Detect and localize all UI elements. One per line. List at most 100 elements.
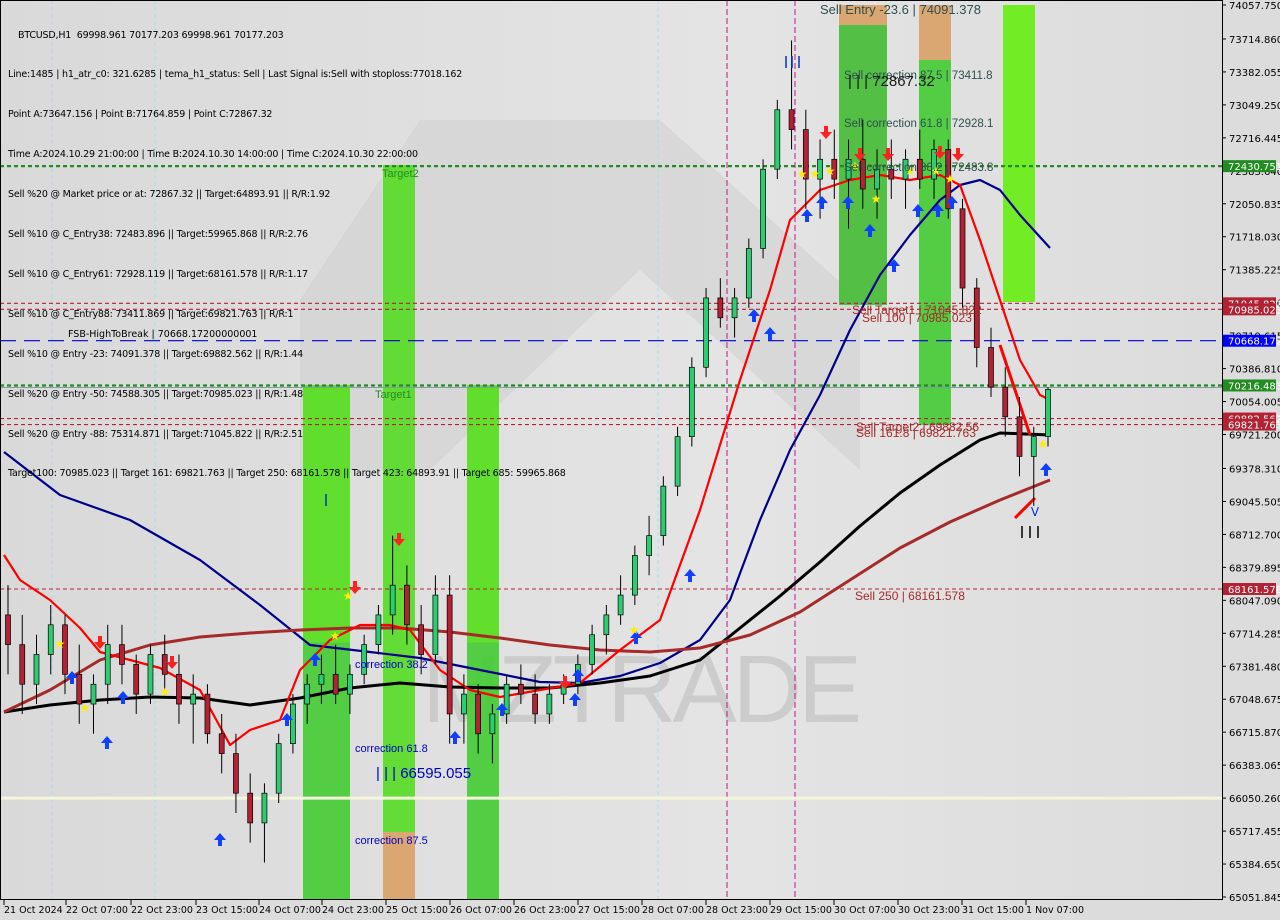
candle-bullish [147, 654, 154, 695]
price-tick-label: 67714.285 [1229, 629, 1280, 640]
ohlc-values: 69998.961 70177.203 69998.961 70177.203 [76, 29, 284, 41]
candle-bullish [774, 109, 781, 170]
candle-bearish [1002, 386, 1009, 418]
candle-bullish [432, 594, 439, 655]
price-tick-label: 67048.675 [1229, 695, 1280, 706]
candle-bullish [489, 713, 496, 735]
info-line: Target100: 70985.023 || Target 161: 6982… [8, 468, 566, 480]
sell-entry-label: Sell Entry -23.6 | 74091.378 [820, 2, 981, 17]
price-tick-label: 73714.860 [1229, 35, 1280, 46]
point-c-label: | | | 72867.32 [848, 73, 935, 90]
candle-bearish [418, 624, 425, 655]
price-tick-label: 72716.445 [1229, 134, 1280, 145]
info-line: Sell %10 @ C_Entry61: 72928.119 || Targe… [8, 268, 308, 280]
time-tick-label: 29 Oct 15:00 [770, 905, 832, 916]
time-tick-label: 27 Oct 15:00 [578, 905, 640, 916]
time-tick-label: 28 Oct 07:00 [642, 905, 704, 916]
price-tick-label: 70054.005 [1229, 398, 1280, 409]
candle-bearish [133, 664, 140, 695]
star-icon: ★ [160, 685, 171, 699]
symbol-name: BTCUSD,H1 [18, 29, 72, 41]
time-tick-label: 1 Nov 07:00 [1026, 905, 1084, 916]
price-tick-label: 71385.225 [1229, 266, 1280, 277]
candle-bearish [988, 347, 994, 388]
price-tag-label: 69821.763 [1228, 421, 1280, 432]
candle-bullish [33, 654, 40, 685]
sell-161-label: Sell 161.8 | 69821.763 [856, 426, 976, 440]
time-tick-label: 30 Oct 07:00 [834, 905, 896, 916]
info-line: Sell %20 @ Entry -88: 75314.871 || Targe… [8, 428, 303, 440]
candle-bullish [47, 624, 54, 655]
price-tick-label: 70386.810 [1229, 365, 1280, 376]
info-panel: BTCUSD,H1 69998.961 70177.203 69998.961 … [8, 2, 566, 507]
info-line: Time A:2024.10.29 21:00:00 | Time B:2024… [8, 149, 418, 161]
candle-bullish [104, 644, 111, 685]
symbol-header: BTCUSD,H1 69998.961 70177.203 69998.961 … [8, 29, 566, 42]
price-tick-label: 68712.700 [1229, 530, 1280, 541]
signal-zone [919, 60, 951, 425]
price-tick-label: 68047.090 [1229, 596, 1280, 607]
price-tick-label: 69721.200 [1229, 431, 1280, 442]
price-tick-label: 65051.845 [1229, 893, 1280, 904]
candle-bearish [204, 693, 211, 735]
info-line: Sell %20 @ Market price or at: 72867.32 … [8, 189, 331, 201]
sell-100-label: Sell 100 | 70985.023 [862, 311, 972, 325]
candle-bullish [603, 614, 610, 636]
candle-bearish [76, 673, 83, 705]
candle-bullish [1045, 389, 1051, 437]
star-icon: ★ [1038, 437, 1049, 451]
time-tick-label: 24 Oct 23:00 [322, 905, 384, 916]
star-icon: ★ [810, 167, 821, 181]
candle-bullish [275, 743, 282, 794]
candle-bullish [617, 594, 624, 616]
candle-bullish [304, 683, 311, 705]
candle-bullish [660, 485, 667, 537]
candle-bullish [631, 555, 638, 596]
wave-label: V [1031, 505, 1040, 519]
price-tick-label: 69045.505 [1229, 497, 1280, 508]
candle-bearish [247, 792, 254, 824]
candle-bullish [731, 297, 738, 319]
time-tick-label: 31 Oct 15:00 [962, 905, 1024, 916]
chart-area[interactable]: MZTRADE ★ ★ ★ ★ ★ ★ ★ ★ ★ ★ ★ ★ ★ ★ ★ V FSB-HighToBreak… [0, 0, 1280, 920]
time-tick-label: 26 Oct 07:00 [450, 905, 512, 916]
point-low-label: | | | 66595.055 [376, 765, 471, 782]
candle-bullish [703, 297, 709, 368]
star-icon: ★ [871, 192, 882, 206]
candle-bearish [1016, 416, 1023, 457]
sell-250-label: Sell 250 | 68161.578 [855, 589, 965, 603]
candle-bearish [788, 109, 795, 130]
candle-bearish [717, 297, 724, 319]
candle-bearish [518, 683, 524, 695]
candle-bullish [646, 535, 652, 556]
candle-bullish [90, 683, 97, 705]
candle-bearish [5, 614, 11, 645]
candle-bullish [347, 673, 353, 695]
price-tick-label: 68379.895 [1229, 563, 1280, 574]
candle-bullish [546, 693, 553, 715]
correction-87-label: correction 87.5 [355, 835, 428, 847]
info-line: Sell %10 @ C_Entry88: 73411.869 || Targe… [8, 308, 294, 320]
candle-bearish [161, 654, 168, 675]
price-tag-label: 70216.483 [1228, 381, 1280, 392]
price-tag-label: 72430.751 [1228, 162, 1280, 173]
candle-bearish [959, 208, 966, 289]
info-line: Point A:73647.156 | Point B:71764.859 | … [8, 109, 273, 121]
price-tick-label: 65384.650 [1229, 860, 1280, 871]
price-tick-label: 66050.260 [1229, 794, 1280, 805]
price-tick-label: 69378.310 [1229, 464, 1280, 475]
price-tick-label: 66715.870 [1229, 728, 1280, 739]
time-tick-label: 30 Oct 23:00 [898, 905, 960, 916]
correction-38-label: correction 38.2 [355, 659, 428, 671]
candle-bearish [532, 693, 538, 715]
star-icon: ★ [330, 629, 341, 643]
signal-zone [1003, 5, 1035, 302]
price-tick-label: 71718.030 [1229, 233, 1280, 244]
candle-bullish [688, 366, 695, 437]
price-tick-label: 67381.480 [1229, 662, 1280, 673]
candle-bullish [461, 693, 467, 715]
sell-correction-61-label: Sell correction 61.8 | 72928.1 [844, 118, 993, 130]
time-tick-label: 25 Oct 15:00 [386, 905, 448, 916]
candle-bearish [973, 287, 980, 348]
star-icon: ★ [80, 701, 91, 715]
